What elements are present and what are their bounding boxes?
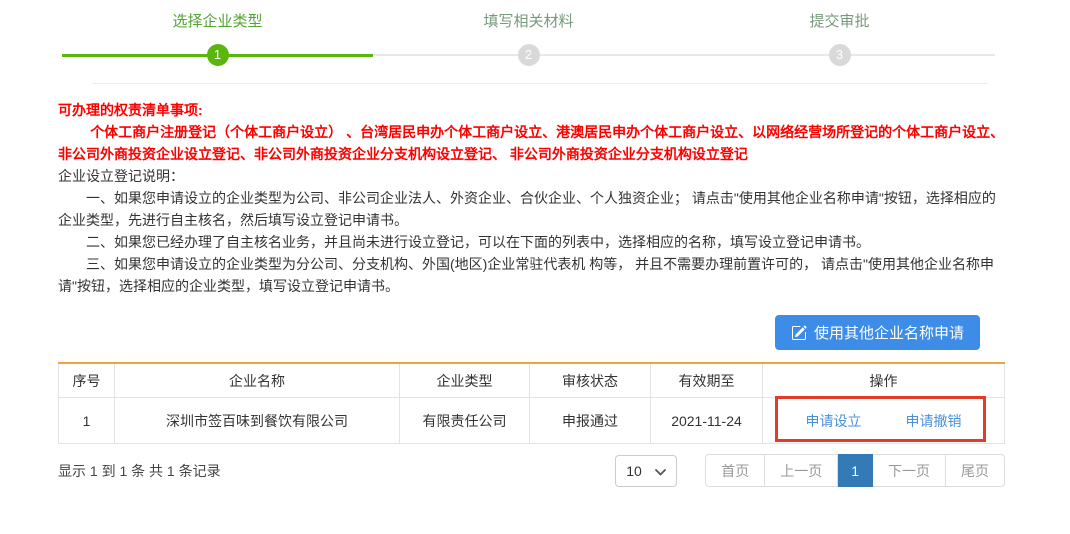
notice-red-items: 个体工商户注册登记（个体工商户设立） 、台湾居民申办个体工商户设立、港澳居民申办… bbox=[58, 121, 1005, 165]
cell-valid-until: 2021-11-24 bbox=[651, 398, 763, 444]
step-submit-approval: 提交审批 3 bbox=[684, 12, 995, 66]
col-header-status: 审核状态 bbox=[530, 363, 651, 398]
desc-item-3: 三、如果您申请设立的企业类型为分公司、分支机构、外国(地区)企业常驻代表机 构等… bbox=[58, 253, 1005, 297]
step-label: 填写相关材料 bbox=[373, 12, 684, 32]
step-wizard: 选择企业类型 1 填写相关材料 2 提交审批 3 bbox=[0, 0, 1070, 84]
step-label: 提交审批 bbox=[684, 12, 995, 32]
table-header-row: 序号 企业名称 企业类型 审核状态 有效期至 操作 bbox=[59, 363, 1005, 398]
desc-item-2: 二、如果您已经办理了自主核名业务，并且尚未进行设立登记，可以在下面的列表中，选择… bbox=[58, 231, 1005, 253]
cell-company-name: 深圳市签百味到餐饮有限公司 bbox=[115, 398, 400, 444]
col-header-valid-until: 有效期至 bbox=[651, 363, 763, 398]
step-number-badge: 2 bbox=[518, 44, 540, 66]
step-choose-type: 选择企业类型 1 bbox=[62, 12, 373, 66]
apply-other-name-button-label: 使用其他企业名称申请 bbox=[814, 322, 964, 343]
notice-heading: 可办理的权责清单事项: bbox=[58, 99, 1005, 121]
apply-cancel-link[interactable]: 申请撤销 bbox=[906, 411, 962, 431]
pagination-first-button[interactable]: 首页 bbox=[705, 454, 765, 487]
edit-square-icon bbox=[791, 325, 807, 341]
step-label: 选择企业类型 bbox=[62, 12, 373, 32]
cell-company-type: 有限责任公司 bbox=[400, 398, 530, 444]
pagination-prev-button[interactable]: 上一页 bbox=[765, 454, 838, 487]
cell-operations: 申请设立 申请撤销 bbox=[763, 398, 1005, 444]
page-size-value: 10 bbox=[626, 463, 642, 479]
col-header-name: 企业名称 bbox=[115, 363, 400, 398]
apply-setup-link[interactable]: 申请设立 bbox=[806, 411, 862, 431]
step-number-badge: 1 bbox=[207, 44, 229, 66]
pagination: 首页 上一页 1 下一页 尾页 bbox=[705, 454, 1005, 487]
page-size-select[interactable]: 10 bbox=[615, 455, 677, 487]
desc-title: 企业设立登记说明： bbox=[58, 165, 1005, 187]
apply-other-name-button[interactable]: 使用其他企业名称申请 bbox=[775, 315, 980, 350]
step-number-badge: 3 bbox=[829, 44, 851, 66]
col-header-index: 序号 bbox=[59, 363, 115, 398]
pagination-last-button[interactable]: 尾页 bbox=[946, 454, 1005, 487]
step-fill-materials: 填写相关材料 2 bbox=[373, 12, 684, 66]
desc-item-1: 一、如果您申请设立的企业类型为公司、非公司企业法人、外资企业、合伙企业、个人独资… bbox=[58, 187, 1005, 231]
chevron-down-icon bbox=[655, 463, 666, 479]
notice-section: 可办理的权责清单事项: 个体工商户注册登记（个体工商户设立） 、台湾居民申办个体… bbox=[0, 84, 1070, 297]
pagination-next-button[interactable]: 下一页 bbox=[873, 454, 946, 487]
cell-index: 1 bbox=[59, 398, 115, 444]
cell-status: 申报通过 bbox=[530, 398, 651, 444]
col-header-operation: 操作 bbox=[763, 363, 1005, 398]
record-summary: 显示 1 到 1 条 共 1 条记录 bbox=[58, 461, 221, 481]
company-name-table: 序号 企业名称 企业类型 审核状态 有效期至 操作 1 深圳市签百味到餐饮有限公… bbox=[58, 362, 1005, 444]
table-row: 1 深圳市签百味到餐饮有限公司 有限责任公司 申报通过 2021-11-24 申… bbox=[59, 398, 1005, 444]
pagination-page-1-button[interactable]: 1 bbox=[838, 454, 873, 487]
col-header-type: 企业类型 bbox=[400, 363, 530, 398]
